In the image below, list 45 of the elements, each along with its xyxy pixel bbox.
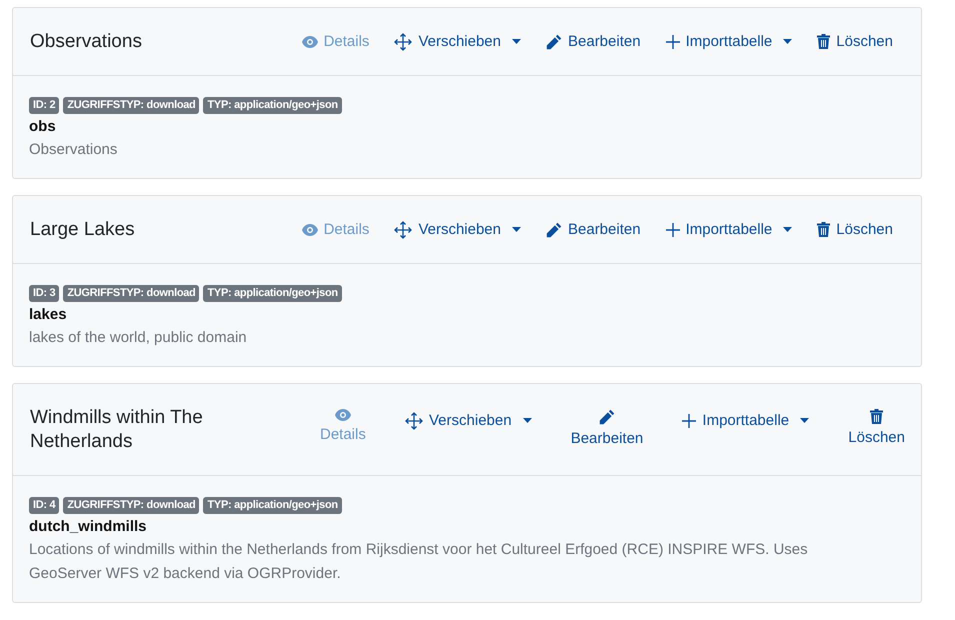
plus-icon [666,34,680,48]
import-button[interactable]: Importtabelle [666,30,792,54]
plus-icon [666,222,680,236]
edit-button[interactable]: Bearbeiten [546,30,641,54]
move-arrows-icon [394,220,412,238]
card-title: Windmills within The Netherlands [30,406,204,454]
info-badge: ZUGRIFFSTYP: download [63,497,200,514]
pencil-icon [598,408,615,424]
card-title: Observations [30,30,143,54]
move-arrows-icon [394,32,412,50]
info-badge: TYP: application/geo+json [203,285,342,302]
dataset-description: Observations [29,140,118,160]
edit-button[interactable]: Bearbeiten [546,218,641,242]
card-title: Large Lakes [30,218,136,242]
info-badge: ID: 3 [29,285,60,302]
info-badge: ZUGRIFFSTYP: download [63,285,200,302]
dataset-name: dutch_windmills [29,517,148,537]
move-arrows-icon [405,412,423,430]
plus-icon [682,414,696,428]
delete-button[interactable]: Löschen [848,408,905,450]
info-badge: TYP: application/geo+json [203,497,342,514]
move-button[interactable]: Verschieben [394,30,521,54]
eye-icon [302,224,318,236]
dataset-description: lakes of the world, public domain [29,328,248,348]
info-badge: ZUGRIFFSTYP: download [63,97,200,114]
info-badge: ID: 4 [29,497,60,514]
eye-icon [302,36,318,48]
dataset-name: lakes [29,305,68,325]
eye-icon [334,408,351,420]
import-button[interactable]: Importtabelle [682,408,810,432]
info-badge: TYP: application/geo+json [203,97,342,114]
move-button[interactable]: Verschieben [405,408,532,432]
move-button[interactable]: Verschieben [394,218,521,242]
dataset-name: obs [29,117,57,137]
info-badge: ID: 2 [29,97,60,114]
trash-icon [870,408,884,424]
trash-icon [817,34,830,49]
import-button[interactable]: Importtabelle [666,218,792,242]
dataset-description: Locations of windmills within the Netherlands from Rijksdienst voor het Cultureel Erfgoed (RCE) INSPIRE WFS. Uses GeoServer WFS v2 backend via OGRProvider. [29,540,809,584]
pencil-icon [546,222,562,238]
edit-button[interactable]: Bearbeiten [570,408,644,450]
delete-button[interactable]: Löschen [817,30,893,54]
pencil-icon [546,34,562,50]
delete-button[interactable]: Löschen [817,218,893,242]
trash-icon [817,222,830,237]
